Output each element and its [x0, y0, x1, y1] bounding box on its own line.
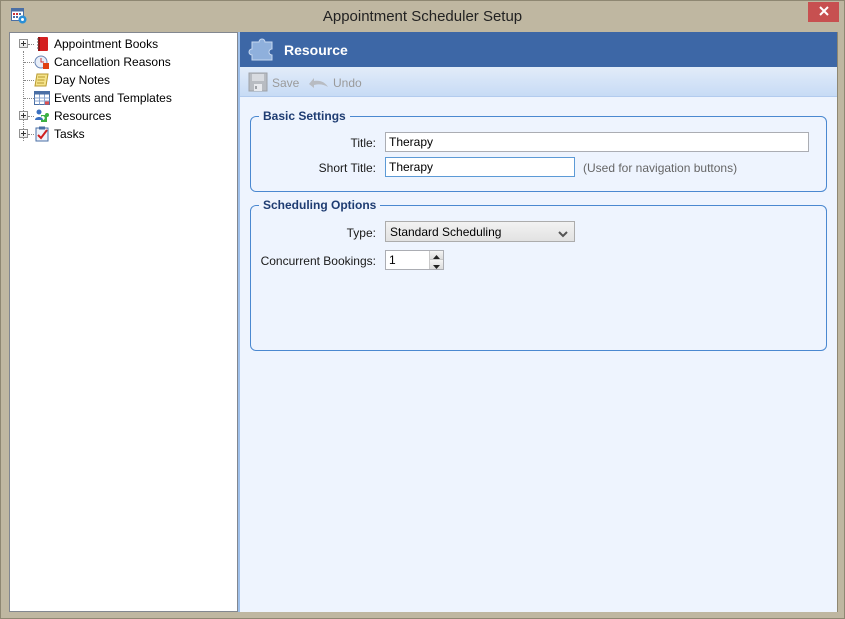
- concurrent-bookings-value: 1: [389, 253, 396, 267]
- title-bar[interactable]: Appointment Scheduler Setup: [1, 1, 844, 32]
- tree-item-label: Appointment Books: [54, 37, 159, 51]
- puzzle-piece-icon: [248, 34, 276, 62]
- red-book-icon: [34, 36, 50, 52]
- section-title: Resource: [284, 42, 348, 58]
- undo-arrow-icon: [307, 74, 333, 93]
- clipboard-check-icon: [34, 126, 50, 142]
- navigation-tree-panel[interactable]: Appointment Books Cancellation Reasons D…: [9, 32, 238, 612]
- expand-plus-icon[interactable]: [19, 129, 28, 138]
- tree-item-label: Events and Templates: [54, 91, 172, 105]
- type-label: Type:: [346, 226, 376, 240]
- type-dropdown[interactable]: Standard Scheduling: [385, 221, 575, 242]
- clock-cancel-icon: [34, 54, 50, 70]
- tree-item-day-notes[interactable]: Day Notes: [10, 71, 237, 89]
- floppy-disk-icon: [248, 72, 272, 95]
- undo-label: Undo: [333, 76, 362, 90]
- resource-editor-panel: Resource Save Undo Basic Settings Title:…: [240, 32, 838, 612]
- tree-item-tasks[interactable]: Tasks: [10, 125, 237, 143]
- stepper-down-button[interactable]: [430, 260, 443, 269]
- short-title-label: Short Title:: [318, 161, 376, 175]
- tree-item-label: Tasks: [54, 127, 85, 141]
- title-input[interactable]: [385, 132, 809, 152]
- close-button[interactable]: [808, 2, 839, 22]
- save-button[interactable]: Save: [248, 72, 299, 94]
- title-label: Title:: [350, 136, 376, 150]
- expand-plus-icon[interactable]: [19, 39, 28, 48]
- undo-button[interactable]: Undo: [307, 72, 362, 94]
- tree-item-label: Day Notes: [54, 73, 111, 87]
- chevron-down-icon: [558, 227, 568, 241]
- short-title-input[interactable]: [385, 157, 575, 177]
- tree-branch-line: [24, 80, 34, 81]
- type-selected-value: Standard Scheduling: [390, 225, 502, 239]
- concurrent-bookings-label: Concurrent Bookings:: [260, 254, 376, 268]
- close-x-icon: [818, 5, 829, 19]
- short-title-hint: (Used for navigation buttons): [583, 161, 738, 175]
- tree-item-label: Cancellation Reasons: [54, 55, 171, 69]
- app-window: Appointment Scheduler Setup Appointment …: [0, 0, 845, 619]
- tree-item-appointment-books[interactable]: Appointment Books: [10, 35, 237, 53]
- arrow-down-icon: [433, 258, 440, 272]
- tree-item-resources[interactable]: Resources: [10, 107, 237, 125]
- scheduling-options-group: Scheduling Options Type: Standard Schedu…: [250, 198, 827, 351]
- toolbar: Save Undo: [240, 67, 837, 97]
- save-label: Save: [272, 76, 300, 90]
- tree-item-events-and-templates[interactable]: Events and Templates: [10, 89, 237, 107]
- calendar-grid-icon: [34, 90, 50, 106]
- tree-item-label: Resources: [54, 109, 112, 123]
- tree-branch-line: [24, 62, 34, 63]
- window-title: Appointment Scheduler Setup: [322, 8, 523, 25]
- puzzle-people-icon: [34, 108, 50, 124]
- notepad-icon: [34, 72, 50, 88]
- basic-settings-title: Basic Settings: [259, 109, 350, 123]
- basic-settings-group: Basic Settings Title: Short Title: (Used…: [250, 109, 827, 192]
- scheduling-options-title: Scheduling Options: [259, 198, 381, 212]
- stepper-buttons: [429, 251, 443, 269]
- tree-branch-line: [24, 98, 34, 99]
- expand-plus-icon[interactable]: [19, 111, 28, 120]
- concurrent-bookings-stepper[interactable]: 1: [385, 250, 444, 270]
- section-header: Resource: [240, 32, 837, 67]
- tree-item-cancellation-reasons[interactable]: Cancellation Reasons: [10, 53, 237, 71]
